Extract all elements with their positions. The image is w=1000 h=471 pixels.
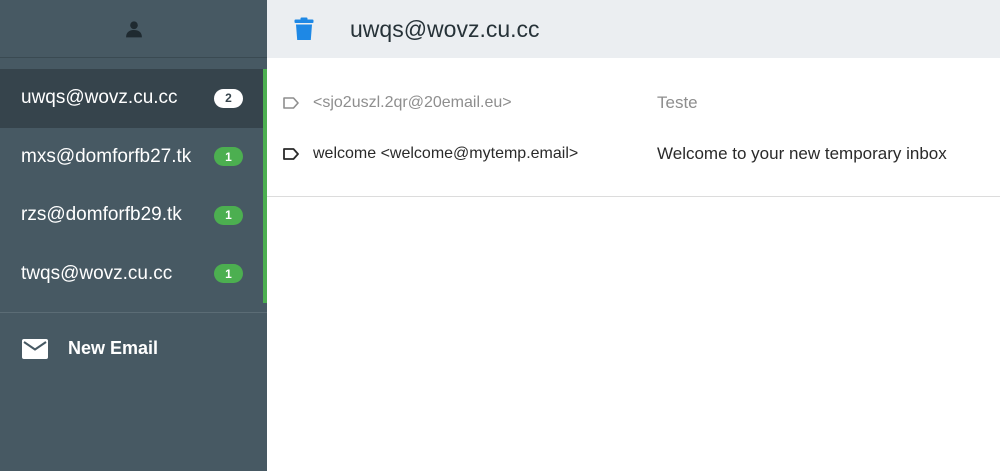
unread-count-badge: 1 (214, 264, 243, 284)
person-icon[interactable] (124, 19, 144, 39)
inbox-list: uwqs@wovz.cu.cc 2 mxs@domforfb27.tk 1 rz… (0, 69, 267, 303)
envelope-icon (22, 338, 48, 359)
unread-count-badge: 1 (214, 205, 243, 225)
inbox-item-mxs[interactable]: mxs@domforfb27.tk 1 (0, 128, 267, 187)
message-sender: welcome <welcome@mytemp.email> (313, 144, 579, 162)
message-row[interactable]: welcome <welcome@mytemp.email> Welcome t… (267, 128, 1000, 179)
message-list: <sjo2uszl.2qr@20email.eu> Teste welcome … (267, 77, 1000, 179)
sidebar-divider (0, 312, 267, 313)
label-tag-icon (283, 96, 301, 109)
inbox-item-uwqs[interactable]: uwqs@wovz.cu.cc 2 (0, 69, 267, 128)
unread-count-badge: 1 (214, 147, 243, 167)
sidebar: uwqs@wovz.cu.cc 2 mxs@domforfb27.tk 1 rz… (0, 0, 267, 471)
trash-icon[interactable] (294, 17, 314, 41)
current-inbox-title: uwqs@wovz.cu.cc (350, 15, 540, 42)
inbox-item-rzs[interactable]: rzs@domforfb29.tk 1 (0, 186, 267, 245)
inbox-item-twqs[interactable]: twqs@wovz.cu.cc 1 (0, 245, 267, 304)
account-header (0, 0, 267, 58)
message-row[interactable]: <sjo2uszl.2qr@20email.eu> Teste (267, 77, 1000, 128)
inbox-address: uwqs@wovz.cu.cc (21, 87, 178, 109)
inbox-address: mxs@domforfb27.tk (21, 145, 192, 167)
new-email-button[interactable]: New Email (22, 338, 158, 359)
main-panel: uwqs@wovz.cu.cc <sjo2uszl.2qr@20email.eu… (267, 0, 1000, 471)
new-email-label: New Email (68, 338, 159, 358)
list-divider (267, 196, 1000, 197)
message-sender: <sjo2uszl.2qr@20email.eu> (313, 93, 512, 111)
label-tag-icon (283, 147, 301, 160)
inbox-address: rzs@domforfb29.tk (21, 204, 182, 226)
unread-count-badge: 2 (214, 88, 243, 108)
inbox-header: uwqs@wovz.cu.cc (267, 0, 1000, 58)
message-subject: Teste (657, 92, 698, 112)
message-subject: Welcome to your new temporary inbox (657, 143, 947, 163)
inbox-address: twqs@wovz.cu.cc (21, 262, 173, 284)
